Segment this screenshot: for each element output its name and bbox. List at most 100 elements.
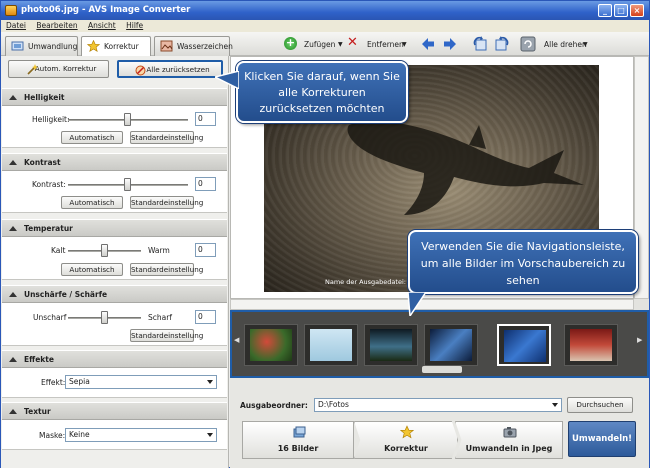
temperature-body: Kalt Warm 0 Automatisch Standardeinstell… [2, 237, 227, 280]
contrast-auto-button[interactable]: Automatisch [61, 196, 123, 209]
arrow-left-icon[interactable] [421, 37, 435, 51]
strip-scroll-thumb[interactable] [422, 366, 462, 373]
browse-button[interactable]: Durchsuchen [567, 397, 633, 413]
thumbnail-item-selected[interactable] [497, 324, 551, 366]
menu-hilfe[interactable]: Hilfe [126, 21, 143, 30]
app-icon [5, 5, 17, 16]
sharpness-slider[interactable] [68, 311, 141, 324]
brightness-label: Helligkeit: [32, 115, 70, 124]
magic-wand-icon [27, 64, 38, 75]
rotate-left-icon[interactable] [472, 36, 488, 52]
temperature-slider[interactable] [68, 244, 141, 257]
section-title: Effekte [24, 355, 54, 364]
slider-thumb[interactable] [100, 311, 108, 324]
convert-button[interactable]: Umwandeln! [568, 421, 636, 457]
brightness-default-button[interactable]: Standardeinstellung [130, 131, 203, 144]
remove-button[interactable]: Entfernen [367, 38, 404, 52]
section-effects[interactable]: Effekte [2, 350, 227, 368]
add-button[interactable]: Zufügen [304, 38, 335, 52]
brightness-value-input[interactable]: 0 [195, 112, 216, 126]
menu-ansicht[interactable]: Ansicht [88, 21, 116, 30]
thumbnail-item[interactable] [364, 324, 418, 366]
thumbnail-item[interactable] [424, 324, 478, 366]
thumbnail-item[interactable] [244, 324, 298, 366]
step-correction[interactable]: Korrektur [354, 421, 458, 459]
rotate-right-icon[interactable] [494, 36, 510, 52]
reset-all-label: Alle zurücksetzen [146, 65, 210, 74]
star-icon [400, 425, 414, 439]
remove-icon[interactable]: ✕ [347, 36, 358, 50]
section-texture[interactable]: Textur [2, 402, 227, 420]
section-sharpness[interactable]: Unschärfe / Schärfe [2, 285, 227, 303]
effect-select[interactable]: Sepia [65, 375, 217, 389]
contrast-default-button[interactable]: Standardeinstellung [130, 196, 203, 209]
thumbnail-item[interactable] [564, 324, 618, 366]
temperature-default-button[interactable]: Standardeinstellung [130, 263, 203, 276]
strip-left-arrow-icon[interactable]: ◀ [234, 336, 239, 344]
tab-label: Umwandlung [28, 42, 78, 51]
reset-tooltip-callout: Klicken Sie darauf, wenn Sie alle Korrek… [236, 61, 408, 123]
step-images-label: 16 Bilder [277, 444, 319, 453]
app-window: photo06.jpg - AVS Image Converter _ □ × … [0, 0, 650, 468]
output-folder-select[interactable]: D:\Fotos [314, 398, 562, 412]
contrast-slider[interactable] [68, 178, 188, 191]
brightness-auto-button[interactable]: Automatisch [61, 131, 123, 144]
toolbar: Umwandlung Korrektur Wasserzeichen + Zuf… [1, 32, 649, 57]
watermark-icon [160, 40, 173, 52]
close-button[interactable]: × [630, 4, 644, 17]
thumbnail-item[interactable] [304, 324, 358, 366]
strip-right-arrow-icon[interactable]: ▶ [637, 336, 642, 344]
menu-datei[interactable]: Datei [6, 21, 26, 30]
slider-thumb[interactable] [100, 244, 108, 257]
section-temperature[interactable]: Temperatur [2, 219, 227, 237]
contrast-body: Kontrast: 0 Automatisch Standardeinstell… [2, 171, 227, 213]
tab-label: Korrektur [104, 42, 139, 51]
thumbnail-navigation-strip: ◀ ▶ [230, 310, 649, 378]
title-bar: photo06.jpg - AVS Image Converter _ □ × [1, 1, 649, 20]
chevron-down-icon[interactable]: ▼ [583, 38, 588, 52]
chevron-down-icon[interactable]: ▼ [338, 38, 343, 52]
tab-wasserzeichen[interactable]: Wasserzeichen [154, 36, 233, 56]
output-folder-value: D:\Fotos [318, 400, 349, 409]
convert-icon [11, 41, 24, 51]
contrast-value-input[interactable]: 0 [195, 177, 216, 191]
rotate-all-icon[interactable] [520, 36, 536, 52]
section-title: Unschärfe / Schärfe [24, 290, 108, 299]
step-convert-label: Umwandeln in Jpeg [465, 444, 553, 453]
preview-horizontal-scrollbar[interactable] [230, 299, 634, 310]
section-brightness[interactable]: Helligkeit [2, 88, 227, 106]
sharpness-value-input[interactable]: 0 [195, 310, 216, 324]
window-title: photo06.jpg - AVS Image Converter [21, 5, 191, 15]
step-convert-to[interactable]: Umwandeln in Jpeg [455, 421, 563, 459]
chevron-down-icon [207, 433, 213, 437]
slider-thumb[interactable] [124, 178, 131, 191]
minimize-button[interactable]: _ [598, 4, 612, 17]
chevron-down-icon [552, 403, 558, 407]
maximize-button[interactable]: □ [614, 4, 628, 17]
section-title: Textur [24, 407, 51, 416]
camera-icon [503, 427, 517, 438]
step-images[interactable]: 16 Bilder [242, 421, 354, 459]
temperature-value-input[interactable]: 0 [195, 243, 216, 257]
temperature-auto-button[interactable]: Automatisch [61, 263, 123, 276]
brightness-slider[interactable] [68, 113, 188, 126]
reset-all-button[interactable]: Alle zurücksetzen [117, 60, 223, 78]
reset-tooltip-text: Klicken Sie darauf, wenn Sie alle Korrek… [244, 70, 400, 115]
add-icon[interactable]: + [284, 37, 297, 50]
mask-select[interactable]: Keine [65, 428, 217, 442]
sharpness-body: Unscharf Scharf 0 Standardeinstellung [2, 303, 227, 346]
chevron-down-icon[interactable]: ▼ [402, 38, 407, 52]
auto-correct-button[interactable]: Autom. Korrektur [8, 60, 109, 78]
arrow-right-icon[interactable] [443, 37, 457, 51]
tab-umwandlung[interactable]: Umwandlung [5, 36, 78, 56]
menu-bearbeiten[interactable]: Bearbeiten [36, 21, 77, 30]
navigation-tooltip-callout: Verwenden Sie die Navigationsleiste, um … [408, 230, 638, 294]
sharpness-blur-label: Unscharf [33, 313, 67, 322]
section-contrast[interactable]: Kontrast [2, 153, 227, 171]
sharpness-default-button[interactable]: Standardeinstellung [130, 329, 203, 342]
tab-korrektur[interactable]: Korrektur [81, 36, 151, 57]
step-correction-label: Korrektur [384, 444, 428, 453]
slider-thumb[interactable] [124, 113, 131, 126]
rotate-all-button[interactable]: Alle drehen [544, 38, 587, 52]
section-title: Temperatur [24, 224, 73, 233]
